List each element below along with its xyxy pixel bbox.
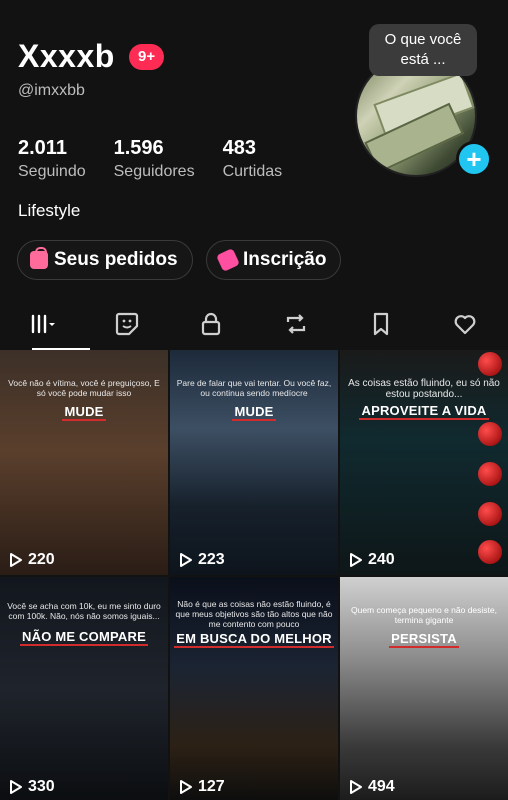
add-story-icon[interactable]: +: [456, 141, 492, 177]
heart-icon: [454, 315, 476, 335]
video-highlight: MUDE: [0, 404, 168, 421]
video-caption: Pare de falar que vai tentar. Ou você fa…: [176, 378, 332, 398]
play-icon: [180, 780, 192, 794]
video-highlight: APROVEITE A VIDA: [340, 403, 508, 420]
view-count: 220: [9, 551, 55, 569]
video-caption: Você não é vítima, você é preguiçoso, E …: [8, 378, 160, 398]
play-icon: [10, 553, 22, 567]
stat-label: Seguindo: [18, 163, 86, 180]
video-caption: As coisas estão fluindo, eu só não estou…: [348, 378, 500, 400]
profile-tabs: [0, 298, 508, 350]
video-thumbnail[interactable]: Quem começa pequeno e não desiste, termi…: [340, 577, 508, 800]
video-thumbnail[interactable]: As coisas estão fluindo, eu só não estou…: [340, 350, 508, 575]
stat-value: 1.596: [113, 137, 164, 159]
view-count-value: 223: [198, 551, 225, 568]
decoration-ornament: [478, 462, 502, 486]
play-icon: [350, 553, 362, 567]
profile-name: Xxxxb: [18, 38, 115, 74]
video-highlight-text: NÃO ME COMPARE: [20, 629, 148, 646]
view-count: 494: [349, 778, 395, 796]
video-highlight-text: MUDE: [232, 404, 276, 421]
profile-header: Xxxxb 9+ @imxxbb 2.011 Seguindo 1.596 Se…: [0, 0, 508, 340]
tab-reposts[interactable]: [254, 298, 339, 350]
ticket-icon: [216, 248, 240, 272]
profile-stats: 2.011 Seguindo 1.596 Seguidores 483 Curt…: [18, 136, 310, 184]
view-count: 330: [9, 778, 55, 796]
video-thumbnail[interactable]: Você não é vítima, você é preguiçoso, E …: [0, 350, 168, 575]
play-icon: [10, 780, 22, 794]
video-thumbnail[interactable]: Não é que as coisas não estão fluindo, é…: [170, 577, 338, 800]
view-count-value: 127: [198, 778, 225, 795]
video-caption: Você se acha com 10k, eu me sinto duro c…: [7, 601, 161, 621]
stat-likes[interactable]: 483 Curtidas: [223, 136, 283, 184]
tab-videos[interactable]: [0, 298, 90, 350]
sticker-icon: [115, 312, 138, 336]
profile-handle: @imxxbb: [18, 82, 85, 99]
view-count-value: 220: [28, 551, 55, 568]
tab-favorites[interactable]: [338, 298, 423, 350]
video-highlight: MUDE: [170, 404, 338, 421]
tab-private[interactable]: [169, 298, 254, 350]
bookmark-icon: [373, 312, 388, 336]
video-highlight: NÃO ME COMPARE: [0, 629, 168, 646]
video-highlight-text: MUDE: [62, 404, 106, 421]
status-note-bubble[interactable]: O que você está ...: [369, 24, 477, 76]
orders-button[interactable]: Seus pedidos: [17, 240, 193, 280]
stat-followers[interactable]: 1.596 Seguidores: [114, 136, 195, 184]
view-count-value: 330: [28, 778, 55, 795]
subscription-button-label: Inscrição: [243, 249, 327, 270]
play-icon: [350, 780, 362, 794]
video-thumbnail[interactable]: Você se acha com 10k, eu me sinto duro c…: [0, 577, 168, 800]
profile-bio: Lifestyle: [18, 201, 81, 220]
video-highlight-text: PERSISTA: [389, 631, 459, 648]
video-highlight-text: EM BUSCA DO MELHOR: [174, 631, 334, 648]
lock-icon: [202, 312, 221, 336]
repost-icon: [286, 314, 306, 334]
decoration-ornament: [478, 502, 502, 526]
stat-label: Curtidas: [222, 163, 283, 180]
notification-badge[interactable]: 9+: [129, 44, 165, 70]
stat-value: 2.011: [18, 137, 67, 159]
decoration-ornament: [478, 540, 502, 564]
video-highlight: EM BUSCA DO MELHOR: [170, 631, 338, 648]
video-caption: Quem começa pequeno e não desiste, termi…: [350, 605, 497, 625]
video-highlight-text: APROVEITE A VIDA: [359, 403, 489, 420]
decoration-ornament: [478, 352, 502, 376]
tab-liked[interactable]: [423, 298, 508, 350]
view-count: 240: [349, 551, 395, 569]
video-thumbnail[interactable]: Pare de falar que vai tentar. Ou você fa…: [170, 350, 338, 575]
view-count: 223: [179, 551, 225, 569]
tab-stickers[interactable]: [85, 298, 170, 350]
video-highlight: PERSISTA: [340, 631, 508, 648]
view-count-value: 240: [368, 551, 395, 568]
play-icon: [180, 553, 192, 567]
grid-icon: [32, 314, 56, 334]
orders-button-label: Seus pedidos: [54, 249, 178, 270]
stat-value: 483: [222, 137, 256, 159]
video-grid: Você não é vítima, você é preguiçoso, E …: [0, 350, 508, 800]
stat-following[interactable]: 2.011 Seguindo: [18, 136, 86, 184]
shopping-bag-icon: [30, 247, 48, 269]
decoration-ornament: [478, 422, 502, 446]
stat-label: Seguidores: [113, 163, 195, 180]
subscription-button[interactable]: Inscrição: [206, 240, 342, 280]
video-caption: Não é que as coisas não estão fluindo, é…: [175, 599, 333, 629]
view-count-value: 494: [368, 778, 395, 795]
view-count: 127: [179, 778, 225, 796]
